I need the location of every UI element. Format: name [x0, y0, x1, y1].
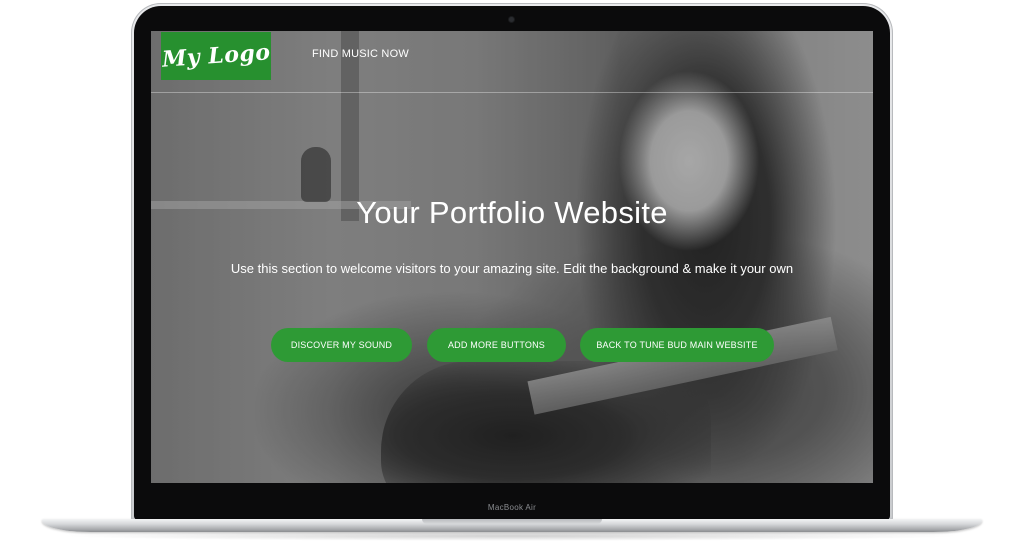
laptop-hinge-notch: [422, 519, 602, 524]
hero-subtitle: Use this section to welcome visitors to …: [230, 261, 794, 276]
logo[interactable]: My Logo: [161, 32, 271, 80]
site-header: My Logo FIND MUSIC NOW: [151, 31, 873, 93]
laptop-mockup: My Logo FIND MUSIC NOW Your Portfolio We…: [0, 0, 1024, 549]
logo-text: My Logo: [160, 39, 272, 73]
discover-my-sound-button[interactable]: DISCOVER MY SOUND: [271, 328, 412, 362]
nav-link-find-music[interactable]: FIND MUSIC NOW: [312, 48, 409, 60]
laptop-base-shadow: [60, 531, 964, 541]
website-screen: My Logo FIND MUSIC NOW Your Portfolio We…: [151, 31, 873, 483]
camera-icon: [509, 17, 514, 22]
device-model-label: MacBook Air: [487, 503, 537, 512]
add-more-buttons-button[interactable]: ADD MORE BUTTONS: [427, 328, 566, 362]
hero-overlay: [151, 31, 873, 483]
back-to-main-website-button[interactable]: BACK TO TUNE BUD MAIN WEBSITE: [580, 328, 774, 362]
hero-title: Your Portfolio Website: [356, 195, 668, 230]
